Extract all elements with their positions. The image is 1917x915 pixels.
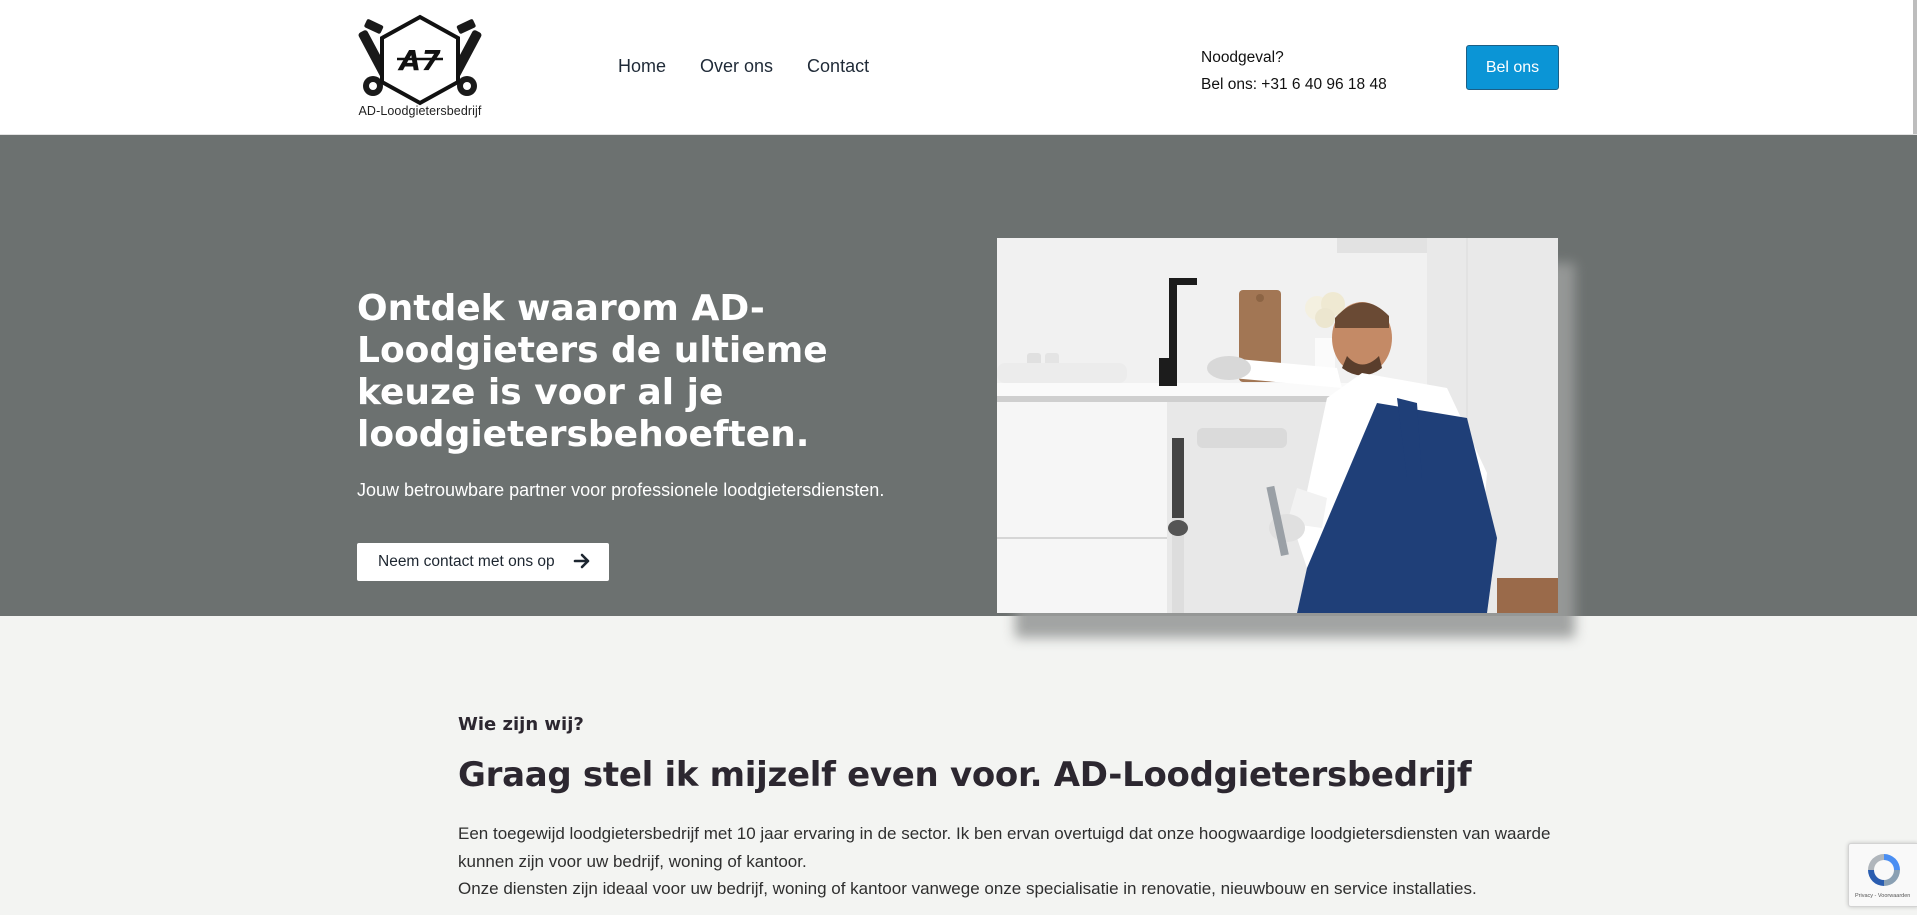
logo-text: AD-Loodgietersbedrijf	[358, 104, 482, 118]
site-header: A7 AD-Loodgietersbedrijf Home Over ons C…	[0, 0, 1917, 135]
logo[interactable]: A7 AD-Loodgietersbedrijf	[357, 14, 483, 120]
contact-cta-button[interactable]: Neem contact met ons op	[357, 543, 609, 581]
about-text: Een toegewijd loodgietersbedrijf met 10 …	[458, 820, 1558, 903]
contact-cta-label: Neem contact met ons op	[378, 553, 555, 570]
call-button[interactable]: Bel ons	[1466, 45, 1559, 90]
recaptcha-text[interactable]: Privacy - Voorwaarden	[1855, 893, 1910, 899]
svg-text:A7: A7	[397, 44, 441, 77]
nav-home[interactable]: Home	[618, 56, 666, 77]
recaptcha-icon	[1868, 854, 1900, 886]
emergency-label: Noodgeval?	[1201, 49, 1284, 66]
nav-contact[interactable]: Contact	[807, 56, 869, 77]
about-paragraph-1: Een toegewijd loodgietersbedrijf met 10 …	[458, 824, 1551, 871]
hex-wrench-logo-icon: A7	[358, 14, 482, 106]
hero-title: Ontdek waarom AD-Loodgieters de ultieme …	[357, 288, 828, 455]
arrow-right-icon	[573, 553, 590, 569]
about-kicker: Wie zijn wij?	[458, 714, 584, 735]
plumber-photo	[997, 238, 1558, 613]
hero-subtitle: Jouw betrouwbare partner voor profession…	[357, 480, 885, 500]
about-paragraph-2: Onze diensten zijn ideaal voor uw bedrij…	[458, 879, 1477, 898]
scrollbar[interactable]	[1913, 0, 1917, 134]
hero-section	[0, 135, 1917, 616]
about-title: Graag stel ik mijzelf even voor. AD-Lood…	[458, 755, 1472, 795]
emergency-phone[interactable]: Bel ons: +31 6 40 96 18 48	[1201, 71, 1387, 98]
emergency-contact: Noodgeval? Bel ons: +31 6 40 96 18 48	[1201, 44, 1387, 98]
recaptcha-badge[interactable]: Privacy - Voorwaarden	[1848, 843, 1917, 907]
nav-over-ons[interactable]: Over ons	[700, 56, 773, 77]
main-nav: Home Over ons Contact	[618, 56, 903, 77]
